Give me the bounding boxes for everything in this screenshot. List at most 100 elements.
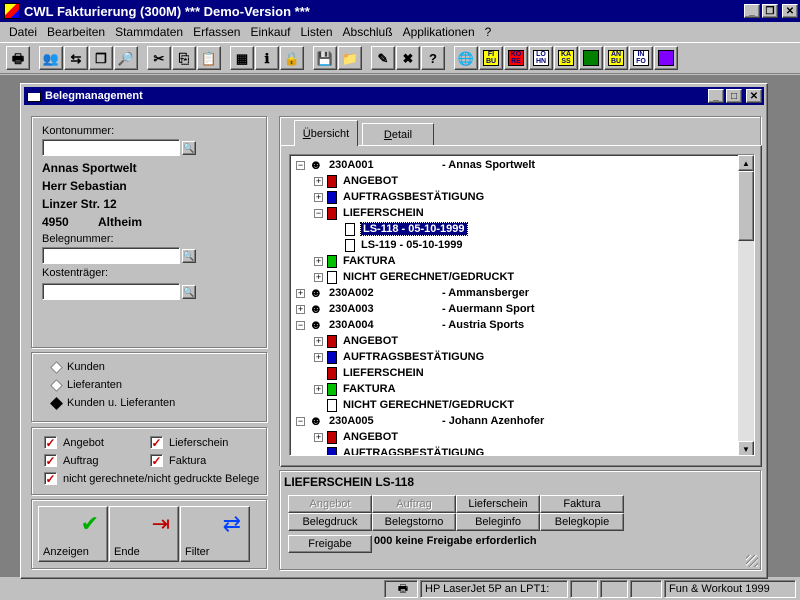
freigabe-button[interactable]: Freigabe [288, 535, 372, 553]
expand-icon[interactable]: + [296, 304, 305, 314]
check-auftrag[interactable]: ✓ Auftrag [44, 454, 98, 467]
module-button-8[interactable] [654, 46, 678, 70]
window-minimize-button[interactable]: _ [708, 89, 724, 103]
tree-doctype-node[interactable]: − LIEFERSCHEIN [314, 205, 424, 221]
document-tree[interactable]: − ☻ 230A001- Annas Sportwelt + ANGEBOT + AUFTR… [289, 154, 755, 456]
checkbox[interactable]: ✓ [44, 436, 57, 449]
window-icon[interactable] [27, 90, 41, 102]
collapse-icon[interactable]: − [296, 416, 305, 426]
expand-icon[interactable]: + [314, 192, 323, 202]
faktura-button[interactable]: Faktura [540, 495, 624, 513]
checkbox[interactable]: ✓ [44, 472, 57, 485]
module-button-6[interactable]: AN BU [604, 46, 628, 70]
tree-doctype-node[interactable]: +AUFTRAGSBESTÄTIGUNG [314, 445, 484, 455]
expand-icon[interactable]: + [314, 336, 323, 346]
tab-detail[interactable]: Detail [362, 123, 434, 145]
tree-doctype-node[interactable]: + ANGEBOT [314, 333, 398, 349]
menu-help[interactable]: ? [480, 25, 497, 39]
close-button[interactable]: ✕ [782, 4, 798, 18]
menu-bearbeiten[interactable]: Bearbeiten [42, 25, 110, 39]
window-close-button[interactable]: ✕ [746, 89, 762, 103]
expand-icon[interactable]: + [314, 432, 323, 442]
radio-lieferanten[interactable]: Lieferanten [50, 378, 122, 392]
check-angebot[interactable]: ✓ Angebot [44, 436, 104, 449]
tree-doctype-node[interactable]: +AUFTRAGSBESTÄTIGUNG [314, 189, 484, 205]
expand-icon[interactable]: + [314, 352, 323, 362]
beleginfo-button[interactable]: Beleginfo [456, 513, 540, 531]
auftrag-button[interactable]: Auftrag [372, 495, 456, 513]
checkbox[interactable]: ✓ [150, 436, 163, 449]
tree-doctype-node[interactable]: +NICHT GERECHNET/GEDRUCKT [314, 269, 514, 285]
collapse-icon[interactable]: − [314, 208, 323, 218]
tree-vertical-scrollbar[interactable]: ▲ ▼ [738, 155, 754, 455]
kostentraeger-input[interactable] [42, 283, 180, 300]
check-lieferschein[interactable]: ✓ Lieferschein [150, 436, 228, 449]
module-button-4[interactable]: KA SS [554, 46, 578, 70]
tree-doctype-node[interactable]: + ANGEBOT [314, 173, 398, 189]
tree-doctype-node[interactable]: +AUFTRAGSBESTÄTIGUNG [314, 349, 484, 365]
collapse-icon[interactable]: − [296, 160, 305, 170]
help-button[interactable]: ? [421, 46, 445, 70]
radio-kunden-lieferanten[interactable]: Kunden u. Lieferanten [50, 396, 175, 410]
belegdruck-button[interactable]: Belegdruck [288, 513, 372, 531]
expand-icon[interactable]: + [314, 256, 323, 266]
tab-uebersicht[interactable]: Übersicht [294, 120, 358, 146]
restore-button[interactable]: ❐ [762, 4, 778, 18]
menu-listen[interactable]: Listen [296, 25, 338, 39]
tree-doctype-node[interactable]: + FAKTURA [314, 253, 396, 269]
floppy-edit-button[interactable]: 💾 [313, 46, 337, 70]
menu-datei[interactable]: Datei [4, 25, 42, 39]
resize-grip[interactable] [746, 555, 758, 567]
tree-doctype-node[interactable]: +LIEFERSCHEIN [314, 365, 424, 381]
document-copy-button[interactable]: ❐ [89, 46, 113, 70]
tree-customer-node[interactable]: + ☻ 230A003 - Auermann Sport [296, 301, 535, 317]
module-button-3[interactable]: LO HN [529, 46, 553, 70]
filter-button[interactable]: ⇄ Filter [180, 506, 250, 562]
belegnummer-search-button[interactable]: 🔍 [182, 249, 196, 263]
menu-applikationen[interactable]: Applikationen [398, 25, 480, 39]
checkbox[interactable]: ✓ [44, 454, 57, 467]
module-button-7[interactable]: IN FO [629, 46, 653, 70]
module-button-5[interactable] [579, 46, 603, 70]
calculator-button[interactable]: ▦ [230, 46, 254, 70]
info-book-button[interactable]: ℹ [255, 46, 279, 70]
anzeigen-button[interactable]: ✔ Anzeigen [38, 506, 108, 562]
lock-button[interactable]: 🔒 [280, 46, 304, 70]
folder-chart-button[interactable]: 📁 [338, 46, 362, 70]
lieferschein-button[interactable]: Lieferschein [456, 495, 540, 513]
note-button[interactable]: ✎ [371, 46, 395, 70]
kostentraeger-search-button[interactable]: 🔍 [182, 285, 196, 299]
tree-customer-node[interactable]: − ☻ 230A004 - Austria Sports [296, 317, 524, 333]
tree-document-leaf[interactable]: LS-119 - 05-10-1999 [332, 237, 463, 253]
expand-icon[interactable]: + [314, 272, 323, 282]
radio-kunden[interactable]: Kunden [50, 360, 105, 374]
checkbox[interactable]: ✓ [150, 454, 163, 467]
expand-icon[interactable]: + [296, 288, 305, 298]
menu-erfassen[interactable]: Erfassen [188, 25, 245, 39]
globe-button[interactable]: 🌐 [454, 46, 478, 70]
tree-customer-node[interactable]: − ☻ 230A005 - Johann Azenhofer [296, 413, 544, 429]
cwl-app-icon[interactable] [4, 3, 20, 19]
kontonummer-search-button[interactable]: 🔍 [182, 141, 196, 155]
ende-button[interactable]: ⇥ Ende [109, 506, 179, 562]
tree-customer-node[interactable]: + ☻ 230A002 - Ammansberger [296, 285, 529, 301]
module-button-2[interactable]: KO RE [504, 46, 528, 70]
menu-einkauf[interactable]: Einkauf [245, 25, 295, 39]
expand-icon[interactable]: + [314, 176, 323, 186]
printer-button[interactable]: 🖶 [6, 46, 30, 70]
belegkopie-button[interactable]: Belegkopie [540, 513, 624, 531]
check-nicht-gerechnet[interactable]: ✓ nicht gerechnete/nicht gedruckte Beleg… [44, 472, 259, 485]
collapse-icon[interactable]: − [296, 320, 305, 330]
tree-document-leaf[interactable]: LS-118 - 05-10-1999 [332, 221, 468, 237]
menu-stammdaten[interactable]: Stammdaten [110, 25, 188, 39]
angebot-button[interactable]: Angebot [288, 495, 372, 513]
scroll-thumb[interactable] [738, 171, 754, 241]
check-faktura[interactable]: ✓ Faktura [150, 454, 206, 467]
tree-customer-node[interactable]: − ☻ 230A001 - Annas Sportwelt [296, 157, 535, 173]
tree-doctype-node[interactable]: +NICHT GERECHNET/GEDRUCKT [314, 397, 514, 413]
paste-button[interactable]: 📋 [197, 46, 221, 70]
kontonummer-input[interactable] [42, 139, 180, 156]
scroll-down-button[interactable]: ▼ [738, 441, 754, 455]
document-search-button[interactable]: 🔎 [114, 46, 138, 70]
copy-button[interactable]: ⎘ [172, 46, 196, 70]
